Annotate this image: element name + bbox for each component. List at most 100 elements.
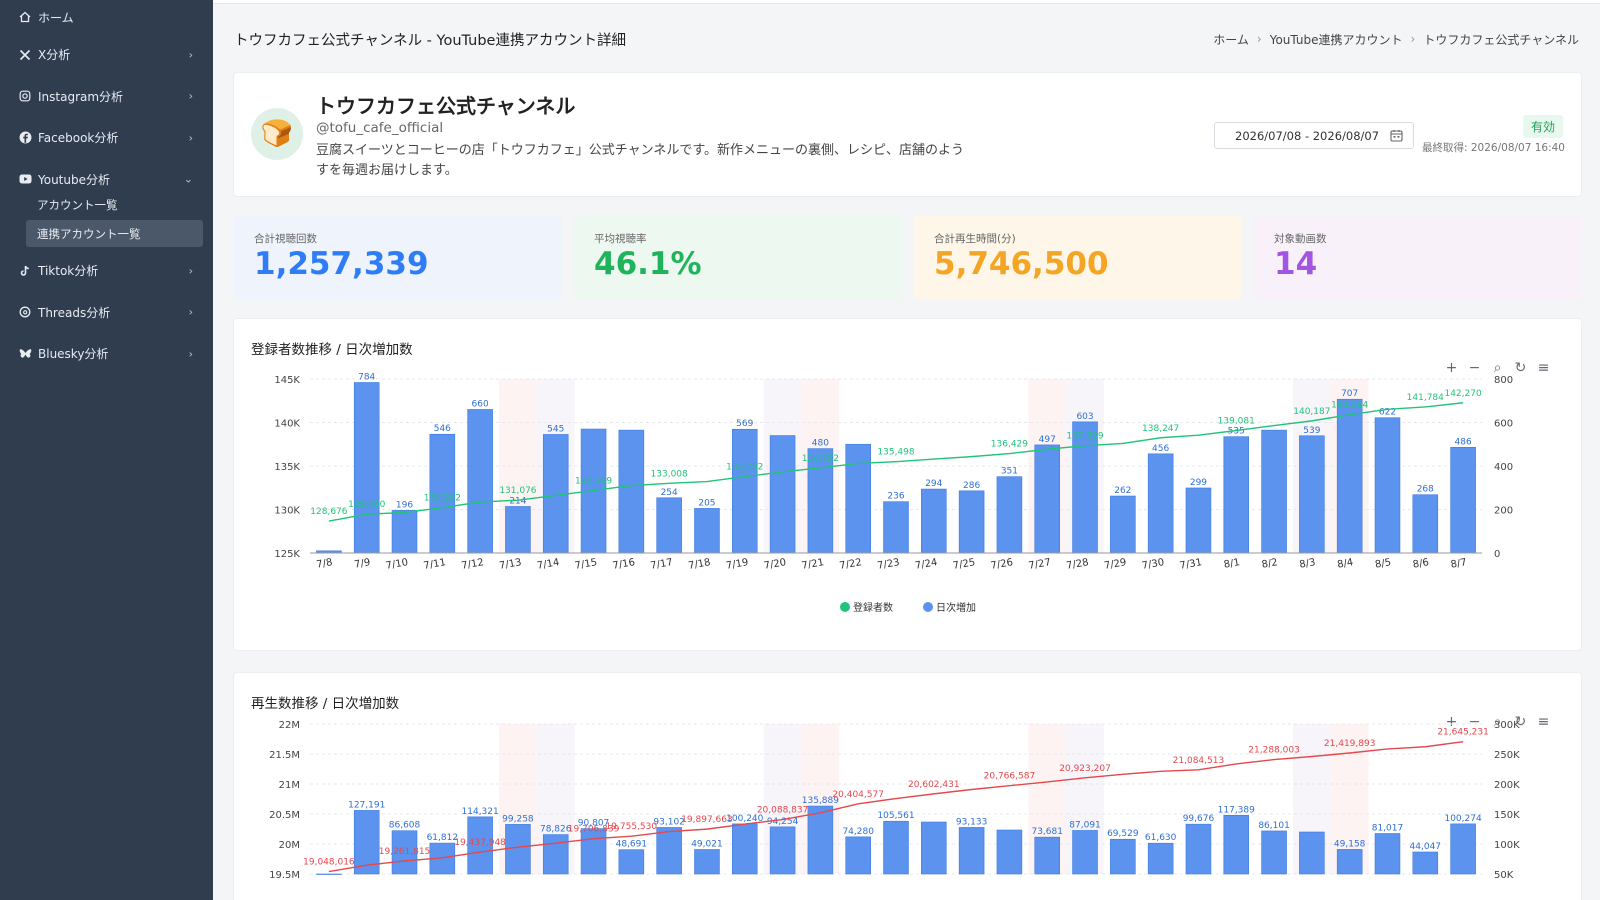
bar-data-label: 546 (434, 424, 451, 434)
sidebar-item-label: ホーム (38, 10, 74, 25)
bar-data-label: 254 (661, 488, 678, 498)
home-icon (18, 10, 32, 24)
bar-data-label: 105,561 (877, 811, 914, 821)
line-data-label: 139,081 (1218, 416, 1255, 426)
bar (769, 826, 796, 875)
sidebar-item-instagram[interactable]: Instagram分析 › (0, 76, 213, 118)
x-tick-label: 7/17 (650, 557, 674, 572)
line-data-label: 20,088,837 (757, 806, 809, 816)
bar-data-label: 94,254 (767, 817, 799, 827)
bar (958, 490, 985, 554)
sidebar-item-youtube[interactable]: Youtube分析 ⌄ (0, 159, 213, 201)
bar-data-label: 81,017 (1372, 823, 1404, 833)
breadcrumb-home[interactable]: ホーム (1213, 31, 1249, 48)
sidebar-item-home[interactable]: ホーム (0, 0, 213, 34)
legend-swatch-daily (923, 602, 933, 612)
y-right-tick-label: 200K (1494, 780, 1520, 791)
y-left-tick-label: 19.5M (269, 870, 300, 881)
bar (1185, 823, 1212, 875)
main-content: トウフカフェ公式チャンネル - YouTube連携アカウント詳細 ホーム › Y… (213, 0, 1600, 900)
breadcrumb-youtube-accounts[interactable]: YouTube連携アカウント (1270, 31, 1403, 48)
bar-data-label: 100,274 (1444, 814, 1481, 824)
x-tick-label: 7/25 (952, 557, 976, 572)
chevron-right-icon: › (188, 305, 193, 319)
line-data-label: 129,460 (348, 500, 385, 510)
bar (1299, 831, 1325, 875)
sidebar: ホーム X分析 › Instagram分析 › Facebook分析 › You… (0, 0, 213, 900)
stat-value: 1,257,339 (254, 246, 429, 282)
bar (883, 501, 909, 554)
last-fetched: 最終取得: 2026/08/07 16:40 (1422, 142, 1565, 154)
subscriber-chart: 145K 140K 135K 130K 125K 800 600 400 200 0 784 196 5… (274, 372, 1513, 614)
line-data-label: 140,894 (1331, 401, 1368, 411)
facebook-icon (18, 131, 32, 145)
sidebar-item-label: Bluesky分析 (38, 347, 109, 362)
line-data-label: 141,784 (1407, 393, 1444, 403)
legend-label: 登録者数 (853, 601, 893, 614)
bar (996, 476, 1023, 554)
bar (618, 429, 645, 554)
x-tick-label: 7/16 (612, 557, 636, 572)
bar (1034, 444, 1061, 554)
bar (1336, 849, 1363, 875)
bar (1261, 830, 1287, 875)
bar (769, 435, 796, 554)
x-tick-label: 7/9 (353, 557, 371, 571)
bar (845, 443, 871, 554)
y-left-tick-label: 130K (274, 506, 300, 517)
bar-data-label: 99,676 (1183, 814, 1215, 824)
threads-icon (18, 305, 32, 319)
x-tick-label: 7/14 (536, 557, 560, 572)
sidebar-item-x[interactable]: X分析 › (0, 34, 213, 76)
avatar: 🍞 (251, 108, 303, 160)
bar-data-label: 117,389 (1218, 805, 1255, 815)
line-data-label: 21,419,893 (1324, 739, 1376, 749)
y-right-tick-label: 400 (1494, 462, 1513, 473)
line-data-label: 19,048,016 (303, 858, 355, 868)
bar-data-label: 61,812 (427, 833, 459, 843)
x-tick-label: 7/27 (1028, 557, 1052, 572)
bar (1412, 494, 1439, 554)
stat-label: 合計視聴回数 (254, 233, 317, 245)
bar (1299, 435, 1325, 554)
bar (694, 849, 720, 875)
sidebar-item-label: Youtube分析 (38, 172, 110, 187)
line-data-label: 134,792 (802, 454, 839, 464)
sidebar-item-bluesky[interactable]: Bluesky分析 › (0, 333, 213, 375)
legend-swatch-subscribers (840, 602, 850, 612)
line-data-label: 20,602,431 (908, 780, 960, 790)
x-tick-label: 8/7 (1450, 557, 1468, 571)
sidebar-item-facebook[interactable]: Facebook分析 › (0, 117, 213, 159)
bar-data-label: 214 (509, 496, 526, 506)
bar-data-label: 299 (1190, 478, 1207, 488)
date-range-picker[interactable]: 2026/07/08 - 2026/08/07 (1214, 122, 1414, 149)
y-left-tick-label: 140K (274, 419, 300, 430)
bar-data-label: 73,681 (1031, 827, 1063, 837)
breadcrumb: ホーム › YouTube連携アカウント › トウフカフェ公式チャンネル (1213, 31, 1579, 48)
x-logo-icon (18, 48, 32, 62)
y-right-tick-label: 150K (1494, 810, 1520, 821)
status-badge: 有効 (1522, 115, 1563, 138)
sidebar-item-threads[interactable]: Threads分析 › (0, 292, 213, 334)
line-data-label: 133,782 (726, 463, 763, 473)
bar-data-label: 456 (1152, 444, 1169, 454)
line-data-label: 135,498 (877, 448, 914, 458)
y-left-tick-label: 20.5M (269, 810, 300, 821)
views-chart-card: 再生数推移 / 日次増加数 + − ⌕ ↻ ≡ 22M 21.5M 21M 20.5M… (233, 672, 1582, 900)
bar (1110, 495, 1136, 554)
breadcrumb-current: トウフカフェ公式チャンネル (1423, 32, 1579, 47)
bar (958, 827, 985, 875)
sidebar-item-tiktok[interactable]: Tiktok分析 › (0, 250, 213, 292)
bar-data-label: 205 (698, 498, 715, 508)
stat-value: 5,746,500 (934, 246, 1109, 282)
sidebar-item-label: Instagram分析 (38, 89, 124, 104)
sidebar-subitem-linked-accounts[interactable]: 連携アカウント一覧 (26, 220, 203, 247)
y-right-tick-label: 250K (1494, 750, 1520, 761)
channel-handle: @tofu_cafe_official (316, 120, 444, 136)
bar-data-label: 603 (1076, 412, 1093, 422)
sidebar-item-label: Threads分析 (38, 305, 111, 320)
top-bar (213, 0, 1600, 4)
bar (656, 497, 682, 554)
line-data-label: 19,755,530 (606, 822, 658, 832)
channel-name: トウフカフェ公式チャンネル (316, 94, 576, 118)
